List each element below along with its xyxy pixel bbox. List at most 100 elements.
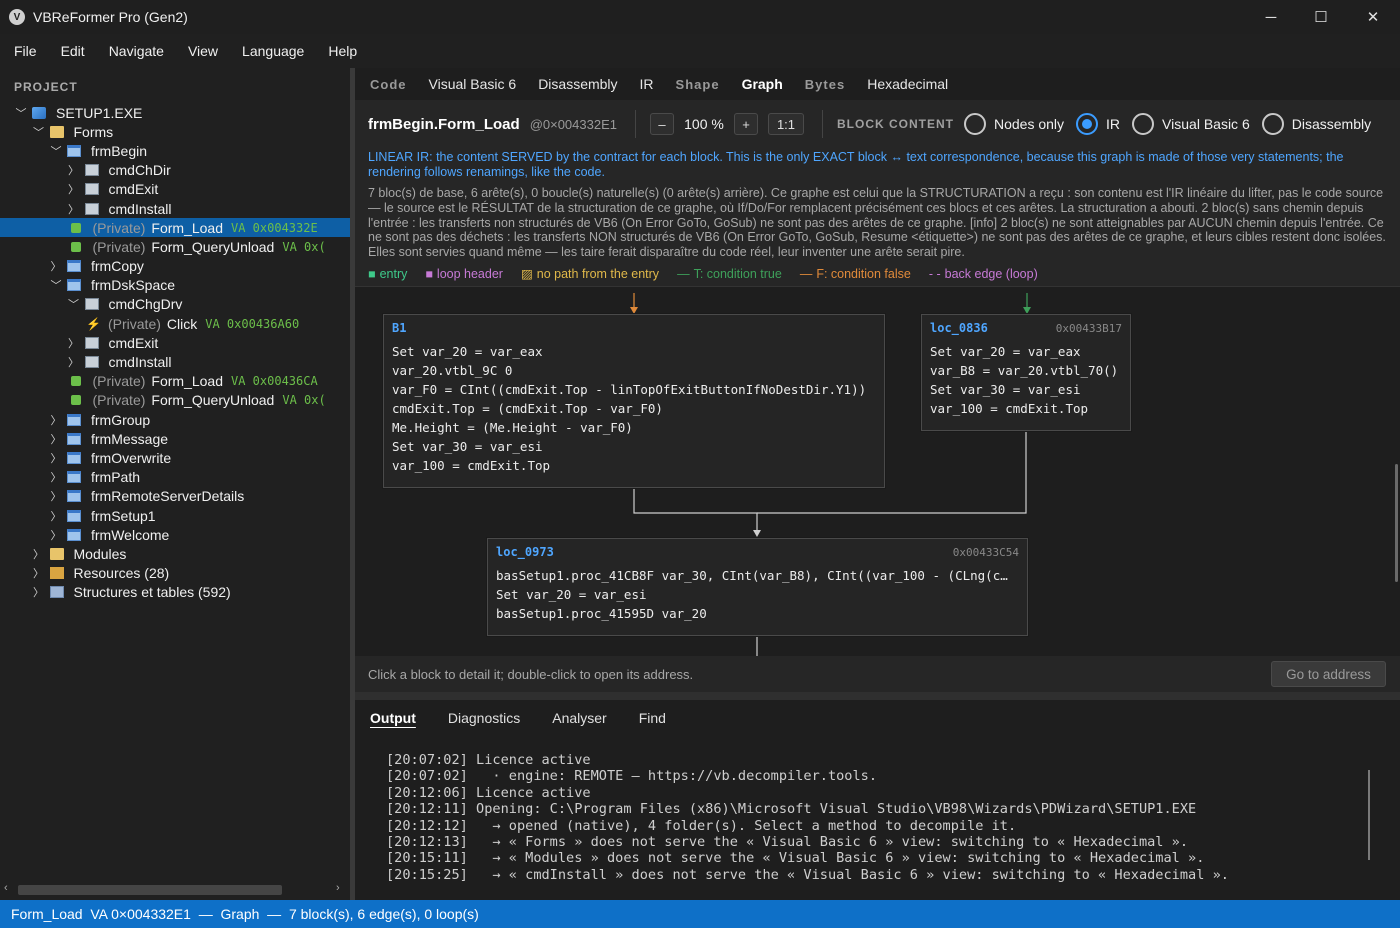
chevron-down-icon[interactable]: ﹀ (12, 105, 30, 121)
menu-help[interactable]: Help (316, 43, 369, 59)
radio-label[interactable]: IR (1106, 116, 1120, 132)
chevron-right-icon[interactable]: 〉 (65, 201, 83, 217)
menu-view[interactable]: View (176, 43, 230, 59)
tree-item[interactable]: 〉 frmRemoteServerDetails (0, 487, 350, 506)
tree-item[interactable]: 〉 cmdInstall (0, 199, 350, 218)
close-button[interactable]: ✕ (1348, 0, 1398, 34)
tree-item[interactable]: ﹀ frmDskSpace (0, 276, 350, 295)
tree-item[interactable]: ﹀ Forms (0, 122, 350, 141)
tab-graph[interactable]: Graph (742, 76, 783, 92)
chevron-right-icon[interactable]: 〉 (47, 488, 65, 504)
tree-item-label: frmGroup (91, 411, 151, 428)
legend-swatch-icon: ■ (368, 266, 376, 281)
chevron-right-icon[interactable]: 〉 (65, 162, 83, 178)
output-scrollbar[interactable] (1368, 770, 1370, 860)
tree-item[interactable]: (Private) Form_QueryUnload VA 0x( (0, 391, 350, 410)
chevron-right-icon[interactable]: 〉 (65, 181, 83, 197)
radio-ir[interactable] (1076, 113, 1099, 135)
zoom-out-button[interactable]: – (650, 113, 674, 135)
tree-item[interactable]: 〉 cmdChDir (0, 161, 350, 180)
tree-item[interactable]: (Private) Form_QueryUnload VA 0x( (0, 237, 350, 256)
chevron-right-icon[interactable]: 〉 (30, 546, 48, 562)
chevron-down-icon[interactable]: ﹀ (47, 143, 65, 159)
legend-label: loop header (436, 266, 503, 281)
tree-item[interactable]: (Private) Form_Load VA 0x004332E (0, 218, 350, 238)
tree-item[interactable]: ⚡ (Private) Click VA 0x00436A60 (0, 314, 350, 333)
tree-item[interactable]: 〉 frmOverwrite (0, 448, 350, 467)
graph-scrollbar[interactable] (1395, 464, 1398, 582)
chevron-right-icon[interactable]: 〉 (47, 508, 65, 524)
tab-shape[interactable]: Shape (676, 77, 720, 92)
chevron-right-icon[interactable]: 〉 (47, 431, 65, 447)
graph-canvas[interactable]: B1 Set var_20 = var_eax var_20.vtbl_9C 0… (355, 286, 1400, 656)
arrow-head-icon (753, 530, 761, 537)
radio-disassembly[interactable] (1261, 113, 1284, 135)
chevron-right-icon[interactable]: 〉 (47, 469, 65, 485)
maximize-button[interactable]: ☐ (1296, 0, 1346, 34)
output-tab-diagnostics[interactable]: Diagnostics (448, 710, 520, 726)
block-line: var_100 = cmdExit.Top (392, 458, 551, 473)
tree-item[interactable]: 〉 frmGroup (0, 410, 350, 429)
radio-label[interactable]: Disassembly (1292, 116, 1371, 132)
tree-item[interactable]: 〉 frmMessage (0, 429, 350, 448)
chevron-right-icon[interactable]: 〉 (47, 450, 65, 466)
chevron-down-icon[interactable]: ﹀ (65, 296, 83, 312)
form-icon (67, 509, 81, 522)
chevron-right-icon[interactable]: 〉 (30, 565, 48, 581)
tree-item[interactable]: 〉 frmSetup1 (0, 506, 350, 525)
tree-item[interactable]: 〉 Structures et tables (592) (0, 583, 350, 602)
chevron-right-icon[interactable]: 〉 (47, 258, 65, 274)
graph-legend: ■ entry ■ loop header ▨ no path from the entr… (368, 266, 1056, 282)
chevron-down-icon[interactable]: ﹀ (47, 277, 65, 293)
block-b1[interactable]: B1 Set var_20 = var_eax var_20.vtbl_9C 0… (383, 314, 885, 488)
output-splitter[interactable] (355, 692, 1400, 700)
chevron-right-icon[interactable]: 〉 (30, 584, 48, 600)
chevron-down-icon[interactable]: ﹀ (30, 124, 48, 140)
scrollbar-thumb[interactable] (18, 885, 282, 895)
block-loc-0973[interactable]: loc_0973 0x00433C54 basSetup1.proc_41CB8… (487, 538, 1028, 636)
menu-language[interactable]: Language (230, 43, 316, 59)
scroll-left-icon[interactable]: ‹ (4, 882, 8, 894)
minimize-button[interactable]: ─ (1246, 0, 1296, 34)
tree-item[interactable]: 〉 frmPath (0, 468, 350, 487)
radio-visual-basic-6[interactable] (1132, 113, 1155, 135)
tree-item[interactable]: (Private) Form_Load VA 0x00436CA (0, 372, 350, 391)
go-to-address-button[interactable]: Go to address (1271, 661, 1386, 687)
tree-item[interactable]: 〉 frmWelcome (0, 525, 350, 544)
chevron-right-icon[interactable]: 〉 (65, 335, 83, 351)
tree-item[interactable]: ﹀ frmBegin (0, 141, 350, 160)
zoom-in-button[interactable]: + (734, 113, 758, 135)
tab-code[interactable]: Code (370, 77, 407, 92)
tree-item[interactable]: ﹀ SETUP1.EXE (0, 103, 350, 122)
chevron-right-icon[interactable]: 〉 (65, 354, 83, 370)
chevron-right-icon[interactable]: 〉 (47, 412, 65, 428)
tab-disassembly[interactable]: Disassembly (538, 76, 617, 92)
menu-edit[interactable]: Edit (49, 43, 97, 59)
radio-label[interactable]: Visual Basic 6 (1162, 116, 1250, 132)
tree-item-label: frmDskSpace (91, 277, 176, 294)
horizontal-scrollbar[interactable]: ‹ › (0, 880, 350, 900)
block-loc-0836[interactable]: loc_0836 0x00433B17 Set var_20 = var_eax… (921, 314, 1131, 431)
tab-ir[interactable]: IR (640, 76, 654, 92)
reset-zoom-button[interactable]: 1:1 (768, 113, 804, 135)
tab-hexadecimal[interactable]: Hexadecimal (867, 76, 948, 92)
tab-visual-basic-6[interactable]: Visual Basic 6 (429, 76, 517, 92)
chevron-right-icon[interactable]: 〉 (47, 527, 65, 543)
tree-item[interactable]: 〉 cmdInstall (0, 352, 350, 371)
radio-nodes-only[interactable] (964, 113, 986, 135)
menu-file[interactable]: File (2, 43, 49, 59)
tree-item[interactable]: 〉 frmCopy (0, 257, 350, 276)
tab-bytes[interactable]: Bytes (805, 77, 845, 92)
tree-item[interactable]: 〉 cmdExit (0, 333, 350, 352)
output-tab-analyser[interactable]: Analyser (552, 710, 606, 726)
output-tab-find[interactable]: Find (639, 710, 666, 726)
output-tab-output[interactable]: Output (370, 710, 416, 726)
method-icon (70, 241, 81, 252)
menu-navigate[interactable]: Navigate (97, 43, 176, 59)
tree-item[interactable]: 〉 Modules (0, 544, 350, 563)
tree-item[interactable]: 〉 Resources (28) (0, 564, 350, 583)
tree-item[interactable]: ﹀ cmdChgDrv (0, 295, 350, 314)
tree-item[interactable]: 〉 cmdExit (0, 180, 350, 199)
radio-label[interactable]: Nodes only (994, 116, 1064, 132)
scroll-right-icon[interactable]: › (336, 882, 340, 894)
